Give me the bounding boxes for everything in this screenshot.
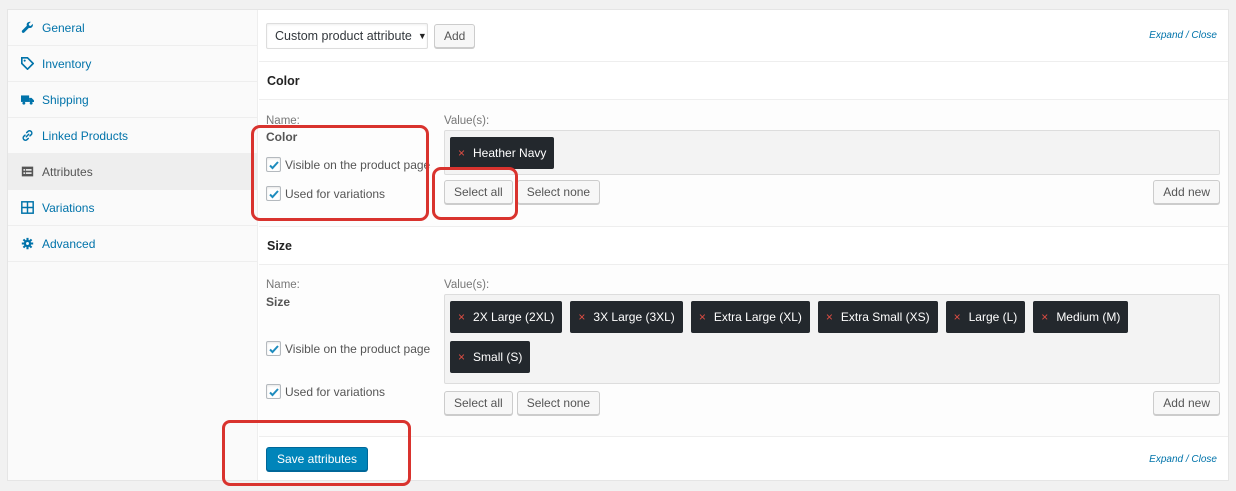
name-label: Name: (266, 279, 300, 291)
sidebar-item-label: Inventory (42, 56, 92, 71)
value-chip[interactable]: × Small (S) (450, 341, 531, 373)
product-data-tabs: General Inventory Shipping Linked Produc… (8, 10, 258, 480)
checkbox-label: Visible on the product page (285, 157, 431, 172)
attribute-values-field[interactable]: × 2X Large (2XL) × 3X Large (3XL) × Extra L… (444, 294, 1220, 384)
close-link[interactable]: Close (1191, 454, 1217, 465)
select-value: Custom product attribute (275, 28, 412, 43)
sidebar-item-variations[interactable]: Variations (8, 190, 257, 226)
product-data-panel: General Inventory Shipping Linked Produc… (7, 9, 1229, 481)
add-new-value-button[interactable]: Add new (1153, 180, 1220, 204)
remove-x-icon[interactable]: × (578, 310, 585, 324)
value-chip[interactable]: × 3X Large (3XL) (570, 301, 683, 333)
checkbox-checked-icon (266, 157, 281, 172)
attribute-name-value: Color (266, 130, 298, 144)
checkbox-label: Used for variations (285, 384, 386, 399)
select-none-button[interactable]: Select none (516, 391, 601, 415)
attribute-body-color: Name: Color Visible on the product page … (259, 100, 1228, 227)
value-chip[interactable]: × 2X Large (2XL) (450, 301, 563, 333)
checkbox-checked-icon (266, 341, 281, 356)
add-new-value-button[interactable]: Add new (1153, 391, 1220, 415)
sidebar-item-general[interactable]: General (8, 10, 257, 46)
tag-icon (18, 57, 36, 70)
attribute-toolbar: Custom product attribute ▼ Add Expand / … (259, 10, 1228, 62)
truck-icon (18, 93, 36, 106)
attribute-body-size: Name: Size Visible on the product page U… (259, 265, 1228, 437)
name-label: Name: (266, 115, 300, 127)
save-attributes-button[interactable]: Save attributes (266, 447, 369, 471)
sidebar-item-advanced[interactable]: Advanced (8, 226, 257, 262)
remove-x-icon[interactable]: × (954, 310, 961, 324)
visible-on-product-page-checkbox[interactable]: Visible on the product page (266, 157, 430, 172)
expand-close-links: Expand / Close (1149, 454, 1217, 465)
expand-close-links: Expand / Close (1149, 30, 1217, 41)
link-icon (18, 129, 36, 142)
attribute-name-value: Size (266, 295, 291, 309)
select-all-button[interactable]: Select all (444, 391, 513, 415)
value-chip[interactable]: × Medium (M) (1033, 301, 1129, 333)
value-chip[interactable]: × Large (L) (945, 301, 1026, 333)
value-chip[interactable]: × Extra Small (XS) (817, 301, 938, 333)
remove-x-icon[interactable]: × (699, 310, 706, 324)
checkbox-checked-icon (266, 186, 281, 201)
close-link[interactable]: Close (1191, 30, 1217, 41)
expand-link[interactable]: Expand (1149, 454, 1183, 465)
sidebar-item-label: Shipping (42, 92, 89, 107)
used-for-variations-checkbox[interactable]: Used for variations (266, 384, 385, 399)
used-for-variations-checkbox[interactable]: Used for variations (266, 186, 385, 201)
select-buttons: Select all Select none (444, 391, 604, 415)
attribute-header-size[interactable]: Size (259, 227, 1228, 265)
select-all-button[interactable]: Select all (444, 180, 513, 204)
gear-icon (18, 237, 36, 250)
sidebar-item-shipping[interactable]: Shipping (8, 82, 257, 118)
list-icon (18, 165, 36, 178)
expand-link[interactable]: Expand (1149, 30, 1183, 41)
attributes-panel: Custom product attribute ▼ Add Expand / … (259, 10, 1228, 480)
attribute-taxonomy-select[interactable]: Custom product attribute ▼ (266, 22, 428, 49)
select-none-button[interactable]: Select none (516, 180, 601, 204)
remove-x-icon[interactable]: × (458, 310, 465, 324)
value-chip[interactable]: × Extra Large (XL) (690, 301, 810, 333)
remove-x-icon[interactable]: × (1041, 310, 1048, 324)
sidebar-item-label: Variations (42, 200, 95, 215)
remove-x-icon[interactable]: × (826, 310, 833, 324)
sidebar-item-label: Advanced (42, 236, 96, 251)
attribute-footer: Save attributes Expand / Close (259, 437, 1228, 481)
checkbox-label: Used for variations (285, 186, 386, 201)
remove-x-icon[interactable]: × (458, 146, 465, 160)
sidebar-item-linked-products[interactable]: Linked Products (8, 118, 257, 154)
dropdown-caret-icon: ▼ (417, 30, 427, 41)
attribute-values-field[interactable]: × Heather Navy (444, 130, 1220, 175)
visible-on-product-page-checkbox[interactable]: Visible on the product page (266, 341, 430, 356)
wrench-icon (18, 21, 36, 34)
sidebar-item-label: Linked Products (42, 128, 129, 143)
add-attribute-button[interactable]: Add (434, 23, 476, 48)
value-chip[interactable]: × Heather Navy (450, 137, 555, 169)
sidebar-item-attributes[interactable]: Attributes (8, 154, 257, 190)
attribute-header-color[interactable]: Color (259, 62, 1228, 100)
select-buttons: Select all Select none (444, 180, 604, 204)
values-label: Value(s): (444, 115, 490, 127)
grid-icon (18, 201, 36, 214)
checkbox-label: Visible on the product page (285, 341, 431, 356)
remove-x-icon[interactable]: × (458, 350, 465, 364)
values-label: Value(s): (444, 279, 490, 291)
sidebar-item-label: Attributes (42, 164, 93, 179)
checkbox-checked-icon (266, 384, 281, 399)
sidebar-item-inventory[interactable]: Inventory (8, 46, 257, 82)
sidebar-item-label: General (42, 20, 85, 35)
